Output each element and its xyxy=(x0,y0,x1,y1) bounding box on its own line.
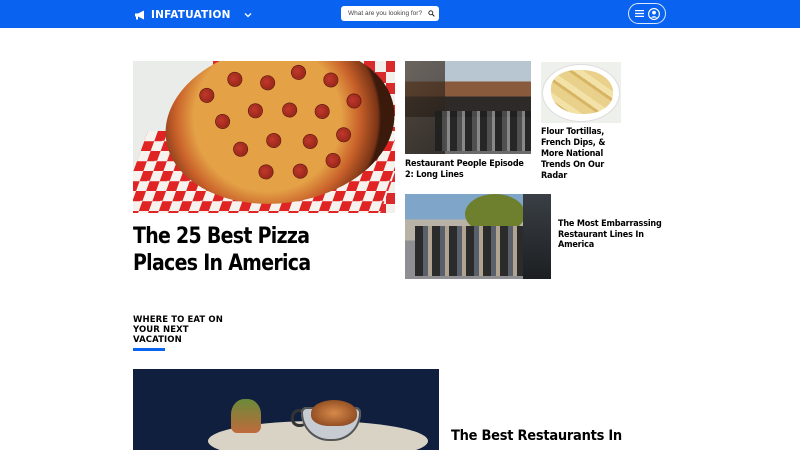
pepperoni xyxy=(266,133,282,148)
section-underline xyxy=(133,348,165,351)
pepperoni xyxy=(282,102,297,118)
pepperoni xyxy=(199,88,215,103)
pepperoni xyxy=(292,163,308,179)
pepperoni xyxy=(233,141,248,157)
section-heading[interactable]: WHERE TO EAT ON YOUR NEXT VACATION xyxy=(133,315,233,345)
chevron-down-icon[interactable] xyxy=(244,11,252,19)
card-title[interactable]: Flour Tortillas, French Dips, & More Nat… xyxy=(541,127,613,182)
card-title[interactable]: Restaurant People Episode 2: Long Lines xyxy=(405,159,531,181)
dish-entree xyxy=(311,400,357,426)
feature-title[interactable]: The Best Restaurants In xyxy=(451,427,631,446)
pepperoni xyxy=(227,72,243,87)
pepperoni xyxy=(302,134,318,149)
menu-account-toggle[interactable] xyxy=(628,3,666,24)
pepperoni xyxy=(291,65,306,80)
pepperoni xyxy=(323,72,339,88)
pepperoni xyxy=(346,93,362,109)
storefront xyxy=(523,194,551,279)
restaurant-lines-photo[interactable] xyxy=(405,194,551,279)
tortillas-photo[interactable] xyxy=(541,62,621,123)
queue-of-people xyxy=(435,111,531,151)
pepperoni xyxy=(248,103,263,119)
queue-of-people xyxy=(415,226,525,276)
long-lines-photo[interactable] xyxy=(405,61,531,154)
search-input[interactable] xyxy=(348,10,426,17)
pizza-photo[interactable] xyxy=(133,61,395,213)
megaphone-icon xyxy=(135,10,144,19)
search-box[interactable] xyxy=(341,6,439,21)
brand-logo[interactable]: INFATUATION xyxy=(134,8,252,21)
pepperoni xyxy=(260,75,275,91)
hero-title[interactable]: The 25 Best Pizza Places In America xyxy=(133,223,358,277)
pepperoni xyxy=(325,153,341,168)
card-title[interactable]: The Most Embarrassing Restaurant Lines I… xyxy=(558,219,671,251)
top-nav-bar: INFATUATION xyxy=(0,0,800,28)
pepperoni xyxy=(336,127,351,143)
pepperoni xyxy=(314,104,330,119)
pepperoni xyxy=(215,114,230,129)
dish-garnish xyxy=(231,399,261,433)
pepperoni xyxy=(258,164,274,180)
hamburger-menu-icon[interactable] xyxy=(635,10,644,17)
brand-name: INFATUATION xyxy=(151,8,231,21)
account-circle-icon[interactable] xyxy=(648,7,660,20)
search-icon[interactable] xyxy=(428,10,435,17)
dish-photo[interactable] xyxy=(133,369,439,450)
tortillas xyxy=(551,70,613,114)
